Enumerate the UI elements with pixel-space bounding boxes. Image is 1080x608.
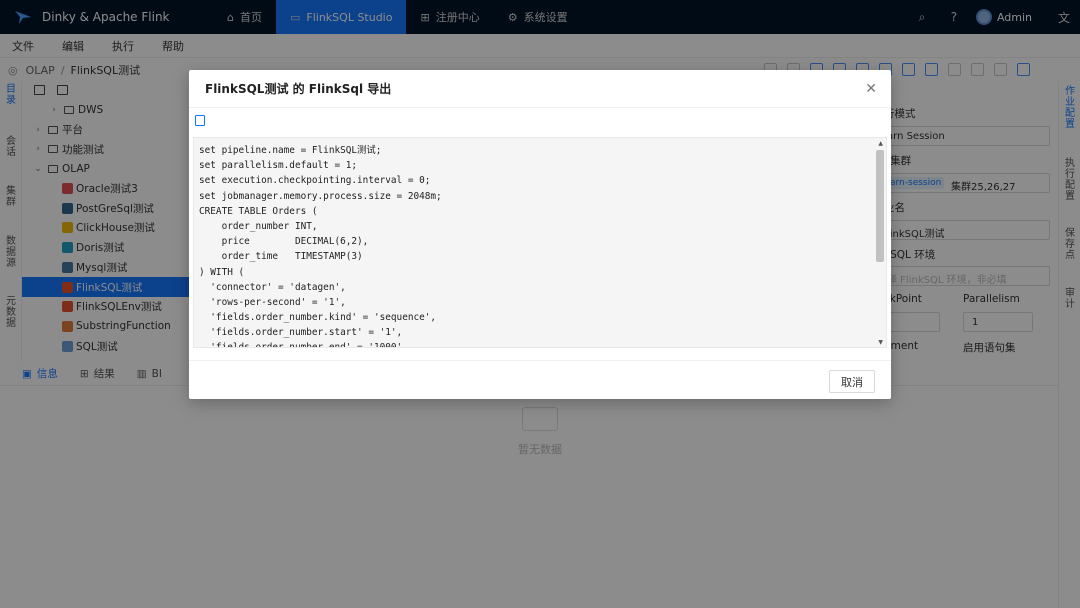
code-line: price DECIMAL(6,2), <box>199 236 369 248</box>
code-line: 'fields.order_number.start' = '1', <box>199 327 403 339</box>
scroll-down-icon[interactable]: ▼ <box>878 339 883 346</box>
modal-footer: 取消 <box>189 360 891 399</box>
code-lines: set pipeline.name = FlinkSQL测试; set paral… <box>194 138 886 348</box>
code-line: CREATE TABLE Orders ( <box>199 205 318 217</box>
scroll-up-icon[interactable]: ▲ <box>878 140 883 147</box>
code-line: set execution.checkpointing.interval = 0… <box>199 175 431 187</box>
code-line: ) WITH ( <box>199 266 245 278</box>
modal-header: FlinkSQL测试 的 FlinkSql 导出 <box>189 70 891 108</box>
close-icon[interactable]: ✕ <box>865 82 877 96</box>
modal-title: FlinkSQL测试 的 FlinkSql 导出 <box>205 82 392 96</box>
code-line: set pipeline.name = FlinkSQL测试; <box>199 145 382 156</box>
export-modal: FlinkSQL测试 的 FlinkSql 导出 ✕ set pipeline.… <box>189 70 891 399</box>
code-line: 'connector' = 'datagen', <box>199 281 346 293</box>
code-line: order_number INT, <box>199 220 318 232</box>
code-line: 'fields.order_number.end' = '1000' <box>199 342 403 348</box>
code-line: set parallelism.default = 1; <box>199 160 358 172</box>
copy-icon[interactable] <box>195 115 205 126</box>
code-line: order_time TIMESTAMP(3) <box>199 251 363 263</box>
sql-code-block[interactable]: set pipeline.name = FlinkSQL测试; set paral… <box>193 137 887 348</box>
scrollbar-thumb[interactable] <box>876 150 884 262</box>
cancel-button[interactable]: 取消 <box>829 370 875 393</box>
code-line: set jobmanager.memory.process.size = 204… <box>199 190 442 202</box>
code-line: 'fields.order_number.kind' = 'sequence', <box>199 312 437 324</box>
code-line: 'rows-per-second' = '1', <box>199 296 346 308</box>
